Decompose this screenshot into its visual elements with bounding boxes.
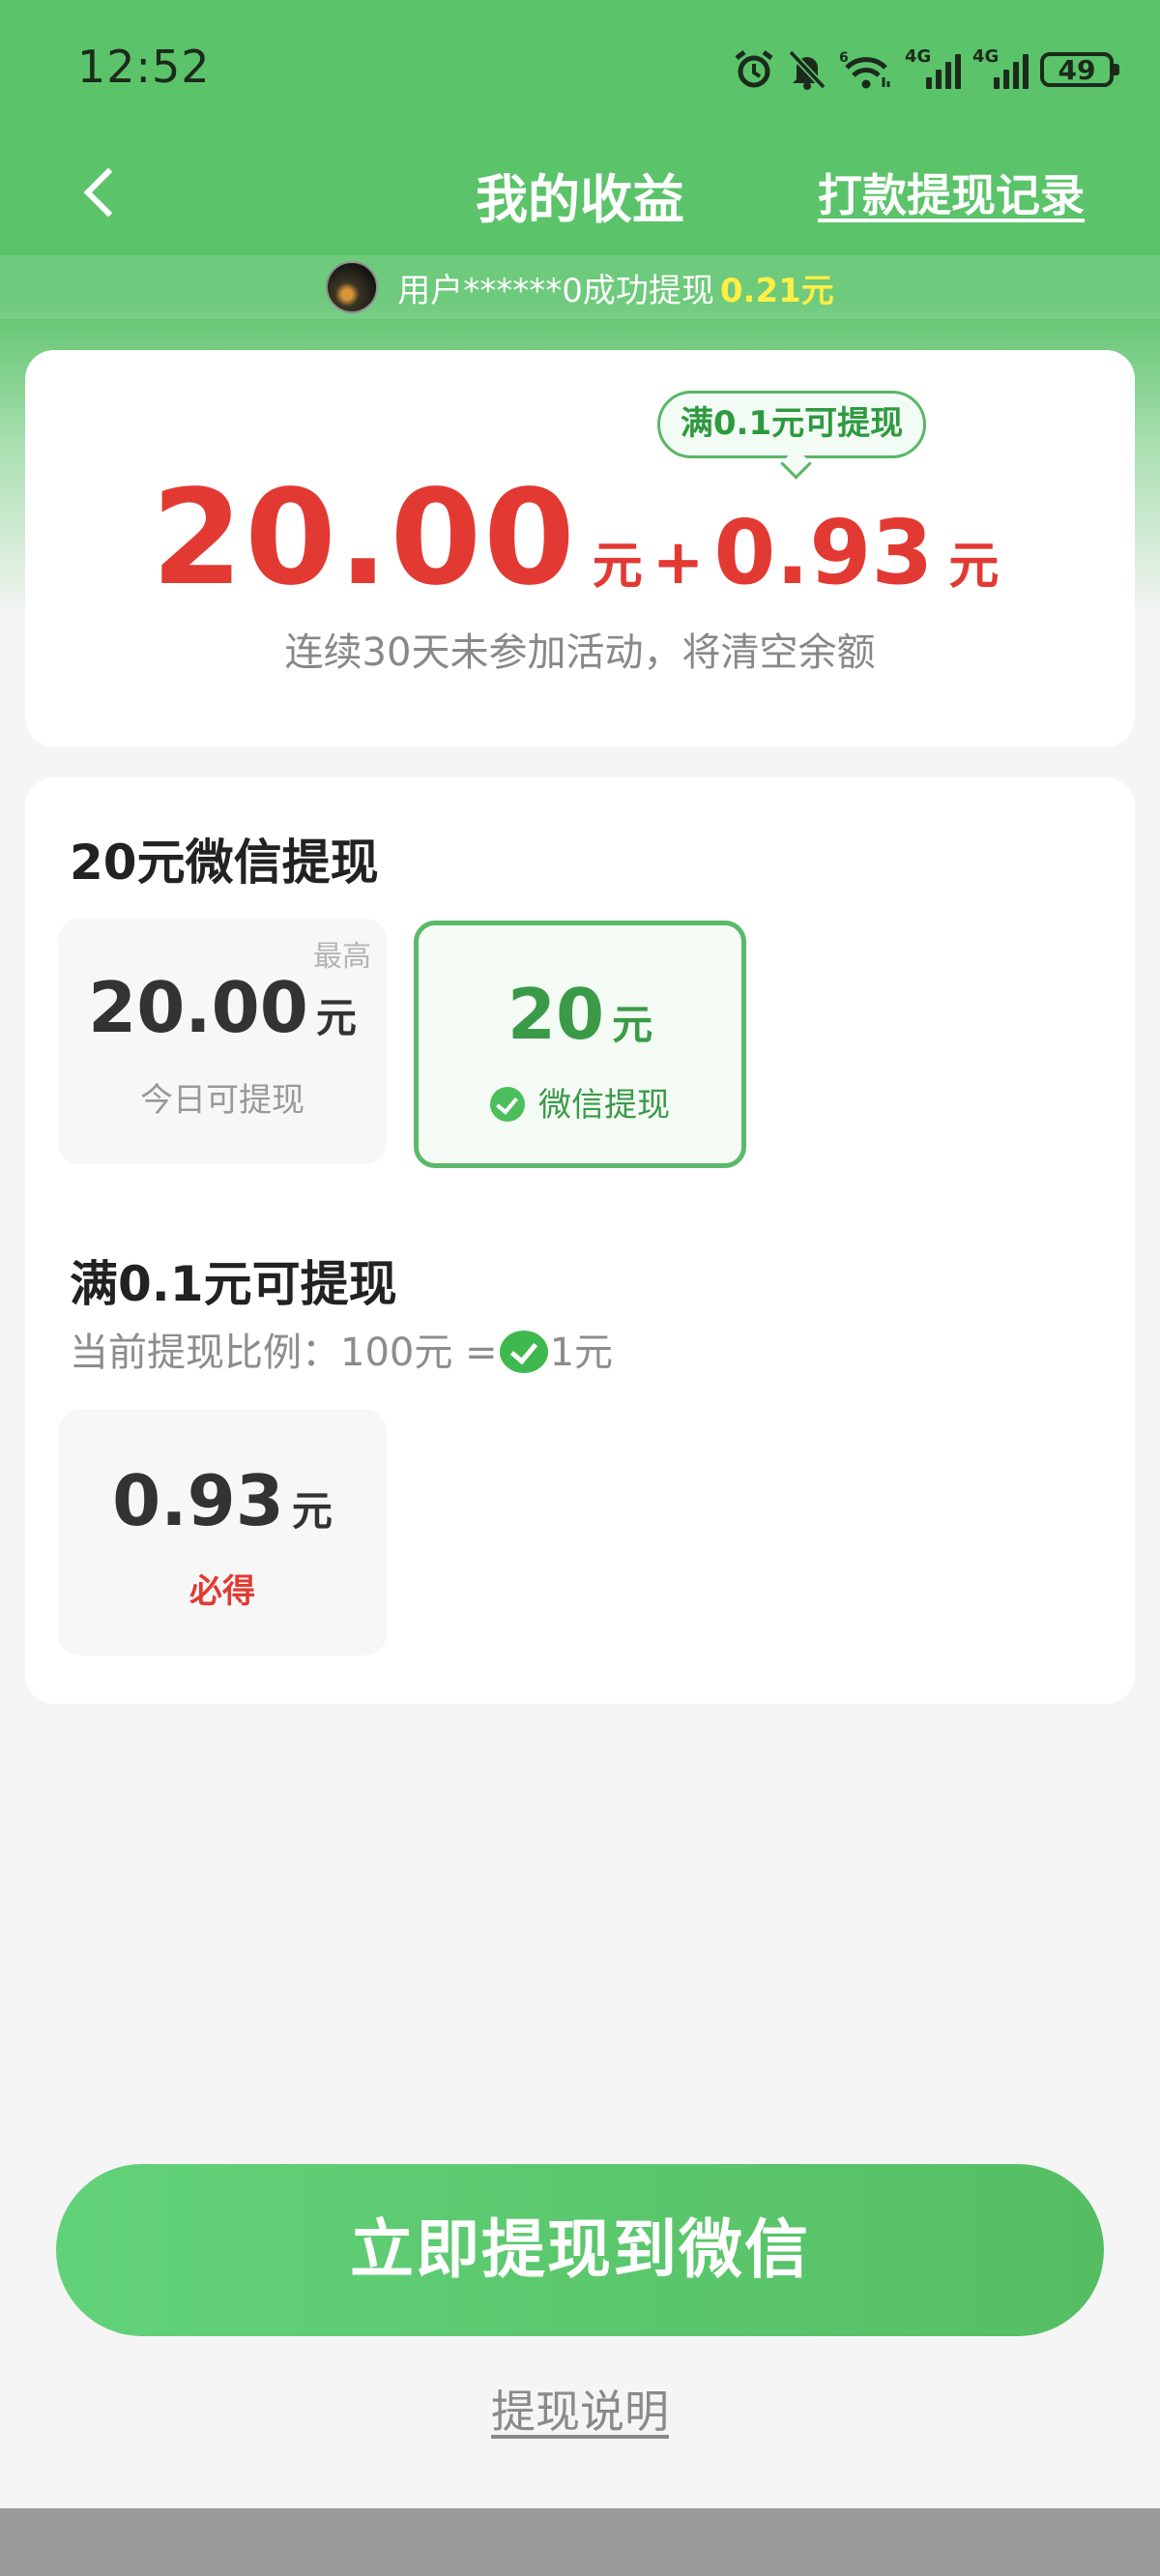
- signal-icon: 4G: [905, 46, 961, 89]
- extra-balance: 0.93: [713, 501, 934, 604]
- withdraw-ticker: 用户******0成功提现 0.21元: [0, 255, 1160, 319]
- tile-label: 今日可提现: [140, 1081, 304, 1120]
- tile-label: 微信提现: [419, 1078, 741, 1126]
- bottom-gesture-bar: [0, 2508, 1160, 2576]
- threshold-bubble: 满0.1元可提现: [657, 391, 926, 458]
- small-section-title: 满0.1元可提现: [70, 1256, 397, 1312]
- signal-icon: 4G: [972, 46, 1029, 89]
- status-bar: 12:52 6 4G 4G 49: [0, 0, 1160, 145]
- withdraw-to-wechat-button[interactable]: 立即提现到微信: [56, 2164, 1104, 2336]
- guaranteed-withdraw-tile[interactable]: 0.93 元 必得: [58, 1410, 387, 1655]
- battery-level: 49: [1058, 53, 1096, 86]
- balance-amount-row: 20.00 元 +0.93 元: [25, 462, 1135, 615]
- plus-sign: +: [652, 527, 705, 599]
- bell-muted-icon: [788, 49, 826, 90]
- tile-amount: 20.00 元: [88, 967, 357, 1048]
- status-time: 12:52: [77, 41, 211, 93]
- withdraw-record-link[interactable]: 打款提现记录: [818, 161, 1085, 224]
- wechat-withdraw-tile[interactable]: 20 元 微信提现: [414, 921, 746, 1168]
- ticker-amount: 0.21元: [719, 271, 834, 310]
- wechat-section-title: 20元微信提现: [70, 834, 379, 891]
- main-balance-unit: 元: [592, 538, 643, 596]
- balance-expiry-hint: 连续30天未参加活动，将清空余额: [284, 630, 876, 675]
- extra-balance-unit: 元: [948, 538, 1000, 596]
- wifi-icon: 6: [839, 50, 890, 89]
- today-withdraw-tile[interactable]: 最高 20.00 元 今日可提现: [58, 919, 387, 1164]
- wechat-icon: [490, 1087, 525, 1122]
- battery-icon: 49: [1040, 52, 1119, 87]
- balance-card: 满0.1元可提现 20.00 元 +0.93 元 连续30天未参加活动，将清空余额: [25, 350, 1135, 746]
- wechat-icon: [499, 1331, 548, 1373]
- ticker-text: 用户******0成功提现: [397, 271, 714, 310]
- tile-amount: 0.93 元: [112, 1460, 333, 1541]
- tile-amount: 20 元: [507, 974, 653, 1055]
- withdraw-options-card: 20元微信提现 最高 20.00 元 今日可提现 20 元 微信提现 满0.1元可提…: [25, 777, 1135, 1704]
- nav-bar: 我的收益 打款提现记录: [0, 145, 1160, 251]
- withdraw-ratio: 当前提现比例：100元 = 1元: [70, 1331, 614, 1375]
- status-icons: 6 4G 4G 49: [733, 44, 1119, 95]
- avatar: [326, 261, 379, 313]
- withdraw-explanation-link[interactable]: 提现说明: [0, 2377, 1160, 2441]
- svg-text:6: 6: [839, 50, 849, 66]
- main-balance: 20.00: [151, 462, 577, 615]
- guaranteed-label: 必得: [189, 1572, 255, 1611]
- alarm-icon: [735, 50, 773, 88]
